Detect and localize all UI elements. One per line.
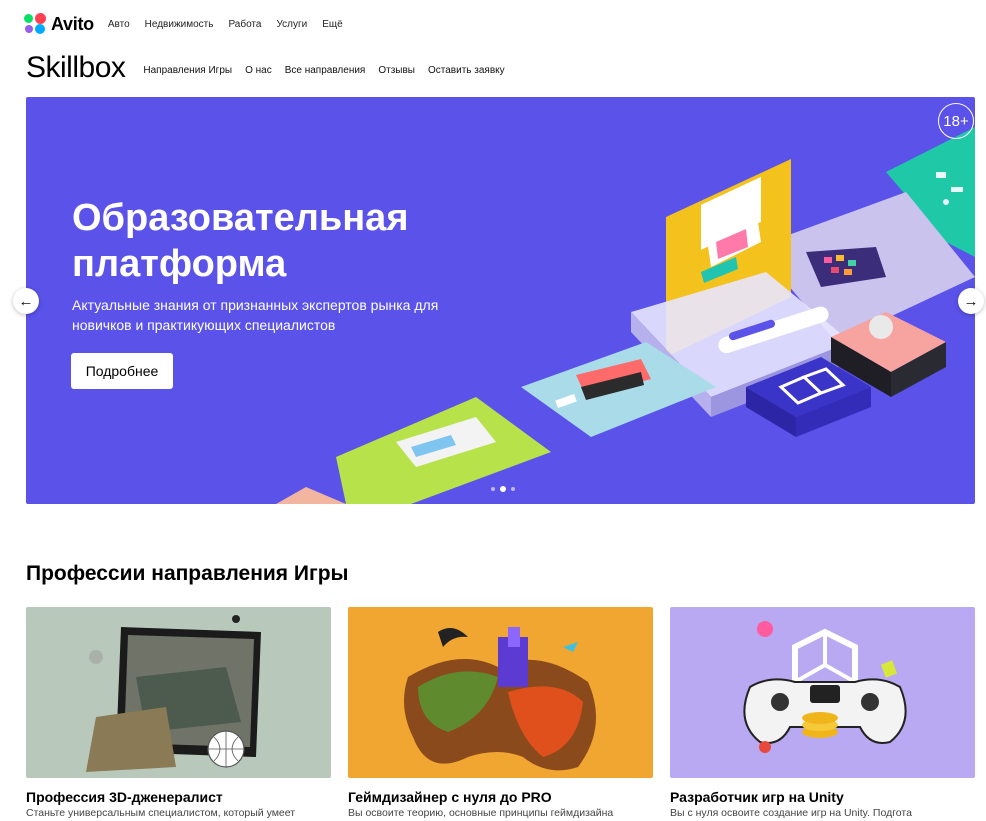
nav-about[interactable]: О нас xyxy=(245,65,272,76)
hero-title: Образовательная платформа xyxy=(72,197,409,285)
course-card-title: Разработчик игр на Unity xyxy=(670,789,844,805)
age-rating-badge: 18+ xyxy=(938,103,974,139)
avito-nav: Авто Недвижимость Работа Услуги Ещё xyxy=(108,19,343,30)
avito-wordmark: Avito xyxy=(51,13,94,34)
course-card-title: Геймдизайнер с нуля до PRO xyxy=(348,789,552,805)
arrow-left-icon[interactable]: ← xyxy=(13,288,39,314)
nav-all-directions[interactable]: Все направления xyxy=(285,65,366,76)
avito-nav-auto[interactable]: Авто xyxy=(108,19,130,30)
arrow-right-icon[interactable]: → xyxy=(958,288,984,314)
hero-more-button[interactable]: Подробнее xyxy=(71,353,173,389)
course-card-image xyxy=(348,607,653,778)
course-card[interactable]: Разработчик игр на Unity Вы с нуля освои… xyxy=(670,607,975,819)
section-title: Профессии направления Игры xyxy=(26,562,349,585)
avito-logo[interactable]: Avito xyxy=(24,13,94,35)
course-card[interactable]: Геймдизайнер с нуля до PRO Вы освоите те… xyxy=(348,607,653,819)
hero-subtitle: Актуальные знания от признанных эксперто… xyxy=(72,297,439,333)
course-card-image xyxy=(26,607,331,778)
course-card[interactable]: Профессия 3D-дженералист Станьте универс… xyxy=(26,607,331,819)
slider-dot[interactable] xyxy=(511,487,515,491)
course-card-title: Профессия 3D-дженералист xyxy=(26,789,223,805)
slider-dot-active[interactable] xyxy=(500,486,506,492)
course-card-desc: Вы освоите теорию, основные принципы гей… xyxy=(348,807,614,819)
course-card-desc: Станьте универсальным специалистом, кото… xyxy=(26,807,296,819)
avito-nav-realty[interactable]: Недвижимость xyxy=(145,19,214,30)
slider-dot[interactable] xyxy=(491,487,495,491)
slider-pagination xyxy=(491,486,515,492)
avito-logo-icon xyxy=(24,13,46,35)
skillbox-header: Skillbox Направления Игры О нас Все напр… xyxy=(26,50,505,86)
avito-header: Avito Авто Недвижимость Работа Услуги Ещ… xyxy=(24,12,343,36)
avito-nav-more[interactable]: Ещё xyxy=(322,19,342,30)
nav-games-directions[interactable]: Направления Игры xyxy=(143,65,232,76)
nav-reviews[interactable]: Отзывы xyxy=(378,65,415,76)
course-card-image xyxy=(670,607,975,778)
skillbox-nav: Направления Игры О нас Все направления О… xyxy=(143,65,504,76)
skillbox-logo[interactable]: Skillbox xyxy=(26,51,126,85)
avito-nav-services[interactable]: Услуги xyxy=(276,19,307,30)
avito-nav-jobs[interactable]: Работа xyxy=(228,19,261,30)
nav-leave-request[interactable]: Оставить заявку xyxy=(428,65,505,76)
hero-banner[interactable]: Образовательная платформа Актуальные зна… xyxy=(26,97,975,504)
course-cards: Профессия 3D-дженералист Станьте универс… xyxy=(26,607,975,819)
course-card-desc: Вы с нуля освоите создание игр на Unity.… xyxy=(670,807,912,819)
